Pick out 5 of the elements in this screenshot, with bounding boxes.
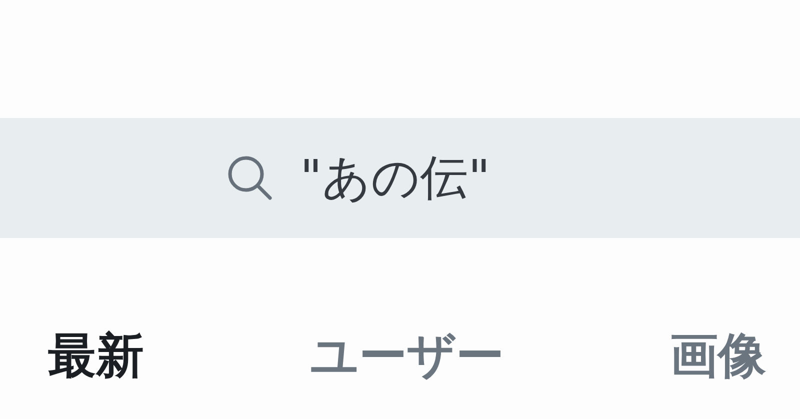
search-query: "あの伝" bbox=[300, 149, 490, 208]
tab[interactable]: 画像 bbox=[670, 324, 766, 388]
search-field[interactable]: "あの伝" bbox=[0, 118, 800, 238]
tab[interactable]: ユーザー bbox=[310, 324, 504, 388]
tab[interactable]: 最新 bbox=[48, 324, 144, 388]
